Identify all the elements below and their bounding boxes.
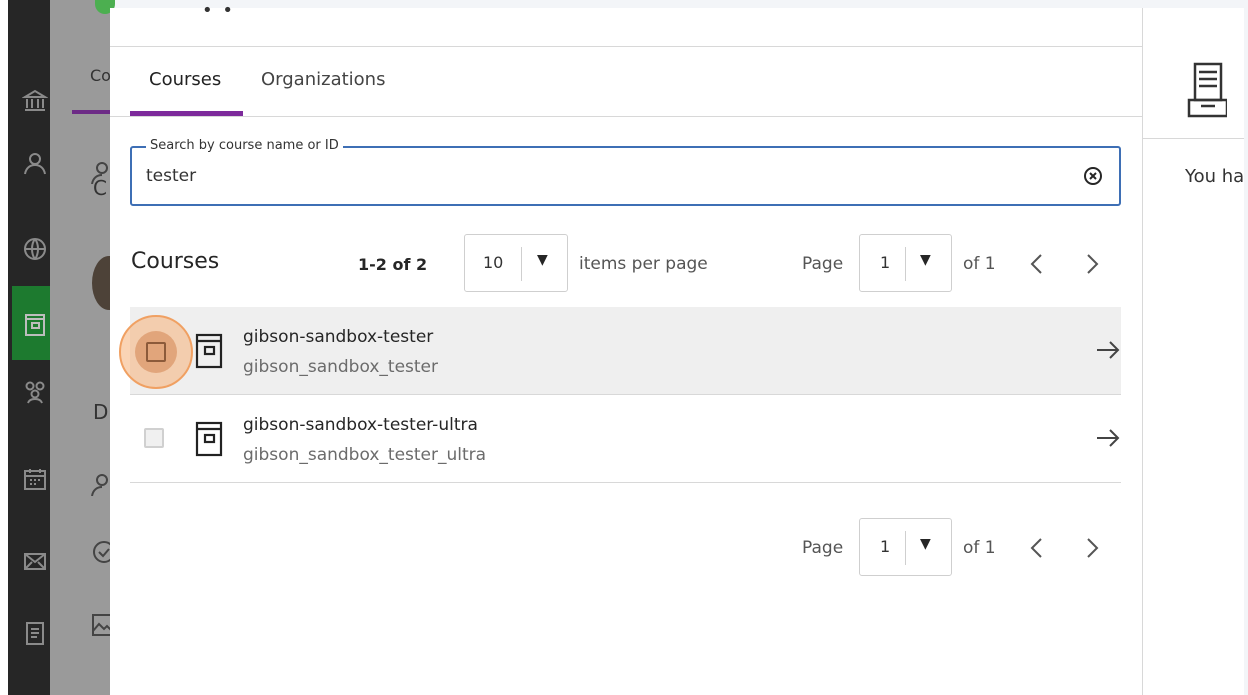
page-label: Page xyxy=(802,254,844,274)
previous-page-icon[interactable] xyxy=(1027,536,1047,560)
courses-icon[interactable] xyxy=(22,312,48,338)
arrow-right-icon[interactable] xyxy=(1095,338,1121,362)
items-per-page-label: items per page xyxy=(579,254,708,274)
select-divider xyxy=(905,531,906,565)
next-page-icon[interactable] xyxy=(1082,252,1102,276)
course-icon xyxy=(194,421,224,457)
side-panel-edge xyxy=(1244,8,1248,695)
background-tab-label: Co xyxy=(90,66,111,85)
courses-heading: Courses xyxy=(131,249,220,274)
page-of-label: of 1 xyxy=(963,254,996,274)
result-count: 1-2 of 2 xyxy=(358,255,428,274)
search-input[interactable] xyxy=(146,166,1046,186)
mail-icon[interactable] xyxy=(22,548,48,574)
course-id: gibson_sandbox_tester_ultra xyxy=(243,445,487,465)
select-divider xyxy=(905,247,906,281)
course-row[interactable]: gibson-sandbox-tester gibson_sandbox_tes… xyxy=(119,307,1121,395)
row-checkbox[interactable] xyxy=(146,342,166,362)
tab-courses[interactable]: Courses xyxy=(149,69,221,90)
course-picker-panel: • • Courses Organizations Search by cour… xyxy=(110,0,1143,695)
side-panel-header xyxy=(1143,8,1248,139)
page-select-value: 1 xyxy=(880,253,891,272)
page-select-value: 1 xyxy=(880,537,891,556)
row-checkbox[interactable] xyxy=(144,428,164,448)
background-heading-2: D xyxy=(93,400,109,424)
groups-icon[interactable] xyxy=(22,378,48,404)
active-tab-underline xyxy=(130,111,243,116)
tab-bar: Courses Organizations xyxy=(110,47,1143,117)
search-label: Search by course name or ID xyxy=(146,138,343,153)
chevron-down-icon: ▼ xyxy=(920,252,931,268)
page-of-label: of 1 xyxy=(963,538,996,558)
arrow-right-icon[interactable] xyxy=(1095,426,1121,450)
edge-strip xyxy=(0,0,8,695)
click-highlight-ring xyxy=(119,315,193,389)
panel-top-bar: • • xyxy=(110,0,1143,47)
previous-page-icon[interactable] xyxy=(1027,252,1047,276)
chevron-down-icon: ▼ xyxy=(920,536,931,552)
course-id: gibson_sandbox_tester xyxy=(243,357,439,377)
globe-icon[interactable] xyxy=(22,236,48,262)
institution-icon[interactable] xyxy=(21,88,49,114)
user-icon[interactable] xyxy=(22,150,48,176)
background-page: Co C D xyxy=(50,0,126,695)
clear-search-icon[interactable] xyxy=(1083,166,1103,186)
chevron-down-icon: ▼ xyxy=(537,252,548,268)
side-panel-message: You ha xyxy=(1185,166,1245,187)
course-name: gibson-sandbox-tester xyxy=(243,327,434,347)
left-nav-rail xyxy=(0,0,50,695)
items-per-page-select[interactable]: 10 ▼ xyxy=(464,234,568,292)
panel-top-glyph: • • xyxy=(202,0,235,21)
items-per-page-value: 10 xyxy=(483,253,504,272)
course-row[interactable]: gibson-sandbox-tester-ultra gibson_sandb… xyxy=(130,395,1121,483)
course-icon xyxy=(194,333,224,369)
background-tab-underline xyxy=(72,110,110,114)
side-panel: You ha xyxy=(1143,8,1248,695)
page-label: Page xyxy=(802,538,844,558)
page-select[interactable]: 1 ▼ xyxy=(859,518,952,576)
search-field[interactable]: Search by course name or ID xyxy=(130,138,1121,206)
calendar-icon[interactable] xyxy=(22,466,48,492)
select-divider xyxy=(521,247,522,281)
app-window: Co C D • • Courses Organizations Search … xyxy=(0,0,1248,695)
document-tray-icon xyxy=(1187,62,1229,122)
course-name: gibson-sandbox-tester-ultra xyxy=(243,415,478,435)
tab-organizations[interactable]: Organizations xyxy=(261,69,385,90)
click-highlight-center xyxy=(135,331,177,373)
grades-icon[interactable] xyxy=(22,620,48,646)
next-page-icon[interactable] xyxy=(1082,536,1102,560)
page-select[interactable]: 1 ▼ xyxy=(859,234,952,292)
